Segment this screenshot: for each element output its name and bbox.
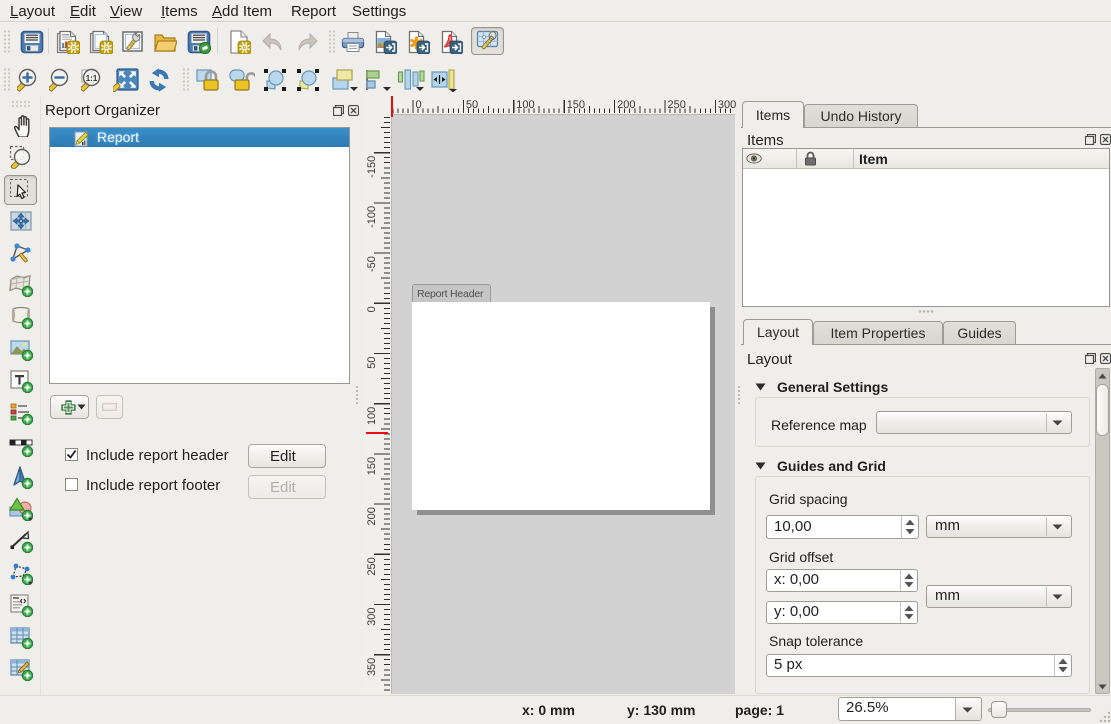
svg-text:-150: -150 [366,156,378,178]
svg-text:100: 100 [366,407,378,425]
svg-text:-50: -50 [366,256,378,272]
svg-text:0: 0 [416,99,422,111]
svg-text:350: 350 [366,658,378,676]
svg-text:200: 200 [366,507,378,525]
svg-text:1:1: 1:1 [86,74,98,83]
svg-text:0: 0 [366,306,378,312]
svg-text:50: 50 [466,99,478,111]
svg-text:50: 50 [366,357,378,369]
svg-text:250: 250 [366,557,378,575]
svg-text:150: 150 [366,457,378,475]
svg-text:300: 300 [366,608,378,626]
svg-text:-100: -100 [366,206,378,228]
